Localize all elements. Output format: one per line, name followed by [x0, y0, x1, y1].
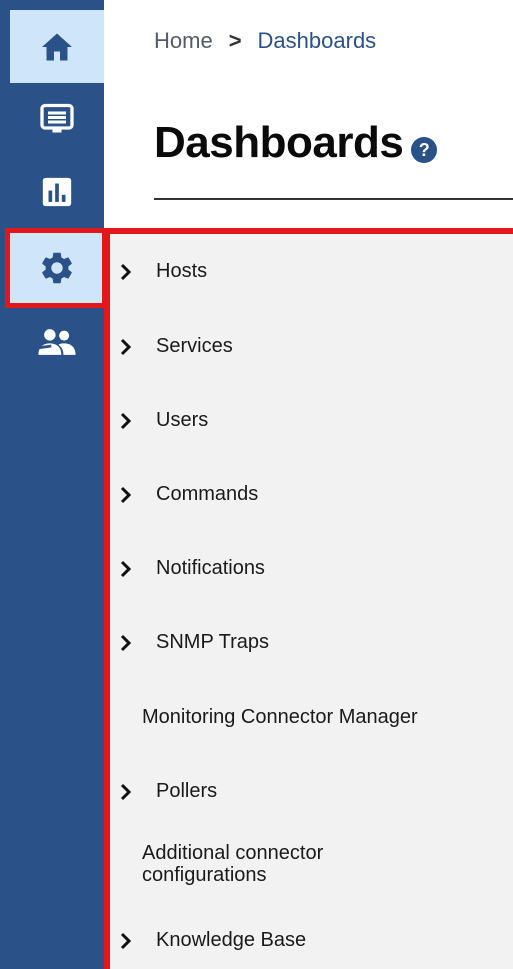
menu-item-monitoring-connector-manager[interactable]: Monitoring Connector Manager — [142, 706, 418, 729]
page-header: Home > Dashboards Dashboards ? — [104, 0, 513, 228]
menu-item-label: SNMP Traps — [156, 631, 269, 653]
menu-item-label: Commands — [156, 483, 259, 505]
chevron-right-icon — [120, 560, 142, 578]
help-icon[interactable]: ? — [411, 137, 438, 163]
menu-item-label: Additional connector configurations — [142, 842, 324, 886]
bar-chart-icon — [42, 177, 72, 206]
gear-icon — [42, 252, 72, 283]
page-title-text: Dashboards — [154, 118, 404, 167]
breadcrumb-home-link[interactable]: Home — [154, 28, 213, 54]
users-icon — [37, 329, 76, 355]
breadcrumb-current-link[interactable]: Dashboards — [258, 28, 377, 54]
chevron-right-icon — [120, 412, 142, 430]
nav-monitoring-button[interactable] — [10, 83, 104, 155]
menu-item-hosts[interactable]: Hosts — [120, 260, 207, 283]
nav-configuration-button[interactable] — [10, 229, 104, 306]
header-divider — [154, 198, 513, 200]
chevron-right-icon — [120, 634, 142, 652]
home-icon — [42, 33, 72, 60]
chevron-right-icon — [120, 263, 142, 281]
nav-home-button[interactable] — [10, 10, 104, 83]
chevron-right-icon — [120, 486, 142, 504]
chevron-right-icon — [120, 932, 142, 950]
menu-item-label: Hosts — [156, 260, 208, 282]
menu-item-label: Users — [156, 409, 209, 431]
nav-reporting-button[interactable] — [10, 155, 104, 228]
menu-item-label: Knowledge Base — [156, 929, 307, 951]
breadcrumb-separator: > — [228, 28, 242, 53]
configuration-menu-panel: Hosts Services Users Commands Notificati… — [104, 228, 513, 969]
menu-item-label: Pollers — [156, 780, 218, 802]
chevron-right-icon — [120, 783, 142, 801]
chevron-right-icon — [120, 338, 142, 356]
main-nav-rail — [0, 0, 104, 969]
monitor-list-icon — [40, 103, 74, 133]
menu-item-label: Notifications — [156, 557, 265, 579]
menu-item-commands[interactable]: Commands — [120, 483, 258, 506]
menu-item-additional-connector-configurations[interactable]: Additional connector configurations — [142, 842, 402, 886]
menu-item-users[interactable]: Users — [120, 409, 208, 432]
menu-item-snmp-traps[interactable]: SNMP Traps — [120, 631, 269, 654]
page-title: Dashboards ? — [154, 118, 438, 168]
menu-item-pollers[interactable]: Pollers — [120, 780, 217, 803]
menu-item-label: Services — [156, 335, 233, 357]
menu-item-notifications[interactable]: Notifications — [120, 557, 265, 580]
breadcrumb: Home > Dashboards — [154, 28, 376, 54]
menu-item-services[interactable]: Services — [120, 335, 233, 358]
menu-item-label: Monitoring Connector Manager — [142, 706, 418, 728]
menu-item-knowledge-base[interactable]: Knowledge Base — [120, 929, 306, 952]
nav-administration-button[interactable] — [10, 306, 104, 378]
